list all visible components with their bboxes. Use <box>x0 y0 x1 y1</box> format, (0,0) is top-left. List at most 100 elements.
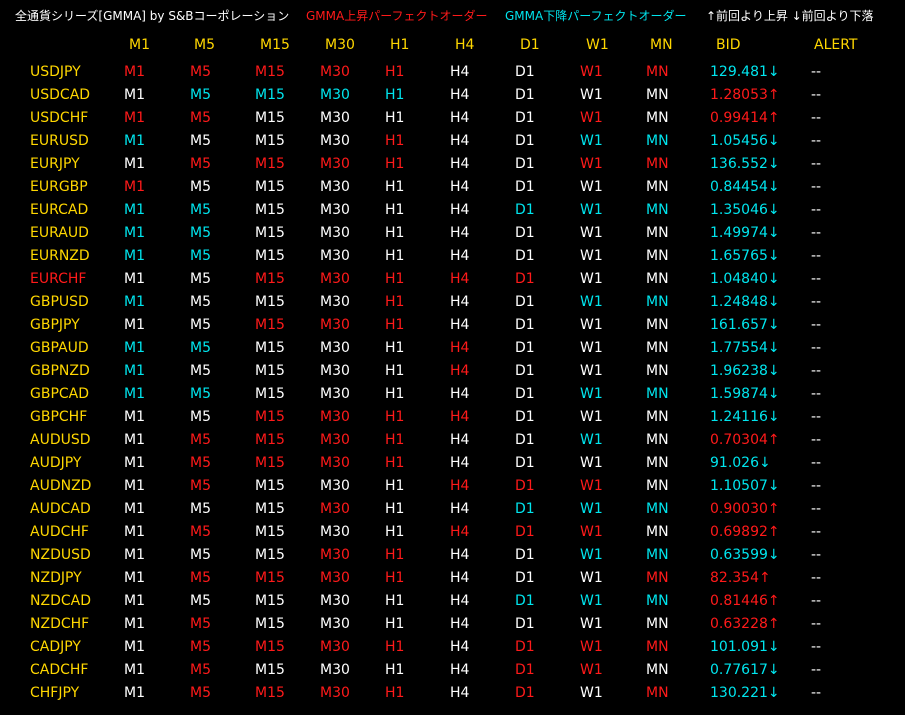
timeframe-cell-m1: M1 <box>124 478 145 494</box>
timeframe-cell-h4: H4 <box>450 547 470 563</box>
alert-value: -- <box>811 570 822 586</box>
currency-pair-label: NZDCAD <box>30 593 91 609</box>
timeframe-cell-m30: M30 <box>320 547 350 563</box>
timeframe-cell-m15: M15 <box>255 156 285 172</box>
bid-price: 1.05456↓ <box>710 133 780 149</box>
timeframe-cell-d1: D1 <box>515 547 535 563</box>
timeframe-cell-d1: D1 <box>515 639 535 655</box>
timeframe-cell-m1: M1 <box>124 409 145 425</box>
currency-pair-label: GBPUSD <box>30 294 89 310</box>
timeframe-cell-d1: D1 <box>515 616 535 632</box>
table-row: EURCAD M1 M5 M15 M30 H1 H4 D1 W1 MN 1.35046↓ -- <box>0 199 905 222</box>
timeframe-cell-m5: M5 <box>190 64 211 80</box>
timeframe-cell-h1: H1 <box>385 225 405 241</box>
timeframe-cell-h4: H4 <box>450 202 470 218</box>
table-row: NZDUSD M1 M5 M15 M30 H1 H4 D1 W1 MN 0.63599↓ -- <box>0 544 905 567</box>
bid-price: 0.63228↑ <box>710 616 780 632</box>
timeframe-cell-m30: M30 <box>320 340 350 356</box>
timeframe-cell-h4: H4 <box>450 409 470 425</box>
currency-pair-label: USDJPY <box>30 64 81 80</box>
timeframe-cell-m15: M15 <box>255 409 285 425</box>
timeframe-cell-mn: MN <box>646 639 669 655</box>
timeframe-cell-h1: H1 <box>385 501 405 517</box>
timeframe-cell-m5: M5 <box>190 271 211 287</box>
timeframe-cell-d1: D1 <box>515 340 535 356</box>
timeframe-cell-m5: M5 <box>190 685 211 701</box>
timeframe-cell-m1: M1 <box>124 593 145 609</box>
timeframe-cell-h1: H1 <box>385 202 405 218</box>
currency-pair-label: CADJPY <box>30 639 81 655</box>
timeframe-cell-m30: M30 <box>320 110 350 126</box>
timeframe-cell-m30: M30 <box>320 202 350 218</box>
currency-pair-label: EURCHF <box>30 271 87 287</box>
timeframe-cell-m5: M5 <box>190 616 211 632</box>
timeframe-cell-m15: M15 <box>255 179 285 195</box>
timeframe-cell-w1: W1 <box>580 294 603 310</box>
timeframe-cell-m30: M30 <box>320 156 350 172</box>
bid-price: 130.221↓ <box>710 685 780 701</box>
timeframe-cell-mn: MN <box>646 340 669 356</box>
bid-price: 1.24848↓ <box>710 294 780 310</box>
timeframe-cell-w1: W1 <box>580 501 603 517</box>
table-row: NZDCAD M1 M5 M15 M30 H1 H4 D1 W1 MN 0.81446↑ -- <box>0 590 905 613</box>
alert-value: -- <box>811 64 822 80</box>
timeframe-cell-h4: H4 <box>450 593 470 609</box>
timeframe-cell-m15: M15 <box>255 432 285 448</box>
column-header-h1: H1 <box>390 37 410 53</box>
currency-pair-label: NZDJPY <box>30 570 82 586</box>
legend-downtrend-perfect-order: GMMA下降パーフェクトオーダー <box>505 9 687 23</box>
timeframe-cell-m30: M30 <box>320 409 350 425</box>
timeframe-cell-mn: MN <box>646 110 669 126</box>
timeframe-cell-w1: W1 <box>580 478 603 494</box>
timeframe-cell-m15: M15 <box>255 133 285 149</box>
timeframe-cell-d1: D1 <box>515 225 535 241</box>
currency-pair-label: CHFJPY <box>30 685 80 701</box>
currency-table: USDJPY M1 M5 M15 M30 H1 H4 D1 W1 MN 129.481↓ -- USDC… <box>0 61 905 705</box>
currency-pair-label: EURGBP <box>30 179 88 195</box>
table-row: AUDCHF M1 M5 M15 M30 H1 H4 D1 W1 MN 0.69892↑ -- <box>0 521 905 544</box>
timeframe-cell-h4: H4 <box>450 294 470 310</box>
timeframe-cell-h1: H1 <box>385 294 405 310</box>
timeframe-cell-d1: D1 <box>515 501 535 517</box>
timeframe-cell-mn: MN <box>646 593 669 609</box>
timeframe-cell-m1: M1 <box>124 64 145 80</box>
timeframe-cell-d1: D1 <box>515 570 535 586</box>
timeframe-cell-mn: MN <box>646 225 669 241</box>
timeframe-cell-m30: M30 <box>320 386 350 402</box>
table-row: EURCHF M1 M5 M15 M30 H1 H4 D1 W1 MN 1.04840↓ -- <box>0 268 905 291</box>
column-header-m1: M1 <box>129 37 150 53</box>
timeframe-cell-h4: H4 <box>450 685 470 701</box>
timeframe-cell-m30: M30 <box>320 662 350 678</box>
timeframe-cell-h1: H1 <box>385 570 405 586</box>
table-row: EURNZD M1 M5 M15 M30 H1 H4 D1 W1 MN 1.65765↓ -- <box>0 245 905 268</box>
timeframe-cell-m1: M1 <box>124 317 145 333</box>
table-row: CADJPY M1 M5 M15 M30 H1 H4 D1 W1 MN 101.091↓ -- <box>0 636 905 659</box>
timeframe-cell-d1: D1 <box>515 271 535 287</box>
timeframe-cell-m30: M30 <box>320 593 350 609</box>
timeframe-cell-d1: D1 <box>515 110 535 126</box>
timeframe-cell-h1: H1 <box>385 593 405 609</box>
timeframe-cell-m30: M30 <box>320 524 350 540</box>
timeframe-cell-m5: M5 <box>190 524 211 540</box>
timeframe-cell-mn: MN <box>646 432 669 448</box>
column-header-mn: MN <box>650 37 673 53</box>
timeframe-cell-w1: W1 <box>580 110 603 126</box>
timeframe-cell-m1: M1 <box>124 386 145 402</box>
timeframe-cell-d1: D1 <box>515 386 535 402</box>
timeframe-cell-m1: M1 <box>124 156 145 172</box>
currency-pair-label: AUDNZD <box>30 478 92 494</box>
timeframe-cell-m1: M1 <box>124 455 145 471</box>
indicator-title: 全通貨シリーズ[GMMA] by S&Bコーポレーション <box>15 9 290 23</box>
timeframe-cell-m5: M5 <box>190 570 211 586</box>
timeframe-cell-m5: M5 <box>190 547 211 563</box>
bid-price: 1.77554↓ <box>710 340 780 356</box>
indicator-header: 全通貨シリーズ[GMMA] by S&Bコーポレーション GMMA上昇パーフェク… <box>0 0 905 30</box>
alert-value: -- <box>811 87 822 103</box>
timeframe-cell-m15: M15 <box>255 593 285 609</box>
alert-value: -- <box>811 248 822 264</box>
table-row: EURJPY M1 M5 M15 M30 H1 H4 D1 W1 MN 136.552↓ -- <box>0 153 905 176</box>
timeframe-cell-m1: M1 <box>124 110 145 126</box>
column-header-alert: ALERT <box>814 37 858 53</box>
timeframe-cell-m5: M5 <box>190 225 211 241</box>
currency-pair-label: USDCAD <box>30 87 91 103</box>
